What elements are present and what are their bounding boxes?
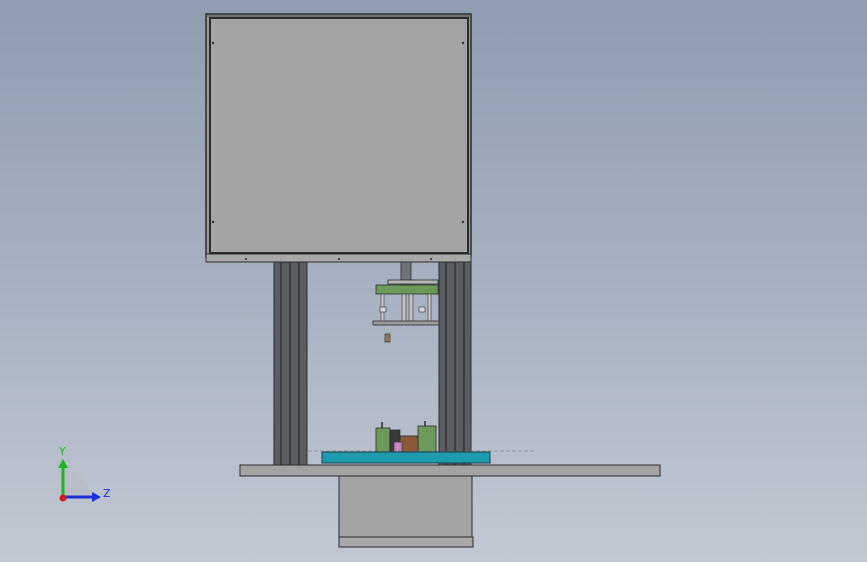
- coordinate-triad: Y Z: [58, 445, 111, 502]
- triad-x-origin: [59, 494, 67, 502]
- cabinet-bottom-plate: [205, 253, 472, 263]
- press-small-block-right: [418, 306, 426, 313]
- right-column: [438, 261, 472, 467]
- table-pedestal: [338, 475, 473, 538]
- press-guide-post-right: [427, 293, 432, 323]
- workpiece-fixture: [308, 421, 536, 464]
- triad-z-label: Z: [103, 487, 111, 500]
- fixture-green-block-right: [417, 425, 437, 453]
- triad-y-label: Y: [58, 445, 66, 458]
- plate-hole-right: [430, 258, 432, 260]
- press-lower-plate: [372, 320, 440, 326]
- upper-cabinet: [205, 13, 472, 263]
- press-punch: [384, 333, 391, 343]
- work-table: [239, 464, 661, 548]
- table-top: [239, 464, 661, 477]
- triad-rotation-arc: [63, 470, 90, 497]
- press-guide-post-mid-left: [401, 293, 407, 323]
- press-green-plate: [375, 284, 439, 295]
- triad-y-arrowhead: [58, 459, 68, 468]
- press-head-assembly: [372, 261, 440, 343]
- plate-hole-left: [245, 258, 247, 260]
- fixture-brown-part: [399, 435, 419, 453]
- triad-z-arrowhead: [92, 492, 101, 502]
- cabinet-screw-tl: [211, 41, 215, 45]
- press-top-bar: [387, 279, 439, 285]
- cabinet-screw-br: [461, 220, 465, 224]
- press-small-block-left: [379, 306, 387, 313]
- table-foot: [338, 536, 474, 548]
- left-column: [273, 261, 308, 467]
- plate-hole-mid: [338, 258, 340, 260]
- cabinet-panel: [209, 17, 469, 254]
- fixture-pink-part: [393, 441, 403, 453]
- fixture-green-block-left: [375, 427, 391, 453]
- cabinet-screw-bl: [211, 220, 215, 224]
- cabinet-screw-tr: [461, 41, 465, 45]
- cad-viewport[interactable]: Y Z: [0, 0, 867, 562]
- base-plate: [321, 451, 491, 464]
- press-guide-post-mid-right: [408, 293, 414, 323]
